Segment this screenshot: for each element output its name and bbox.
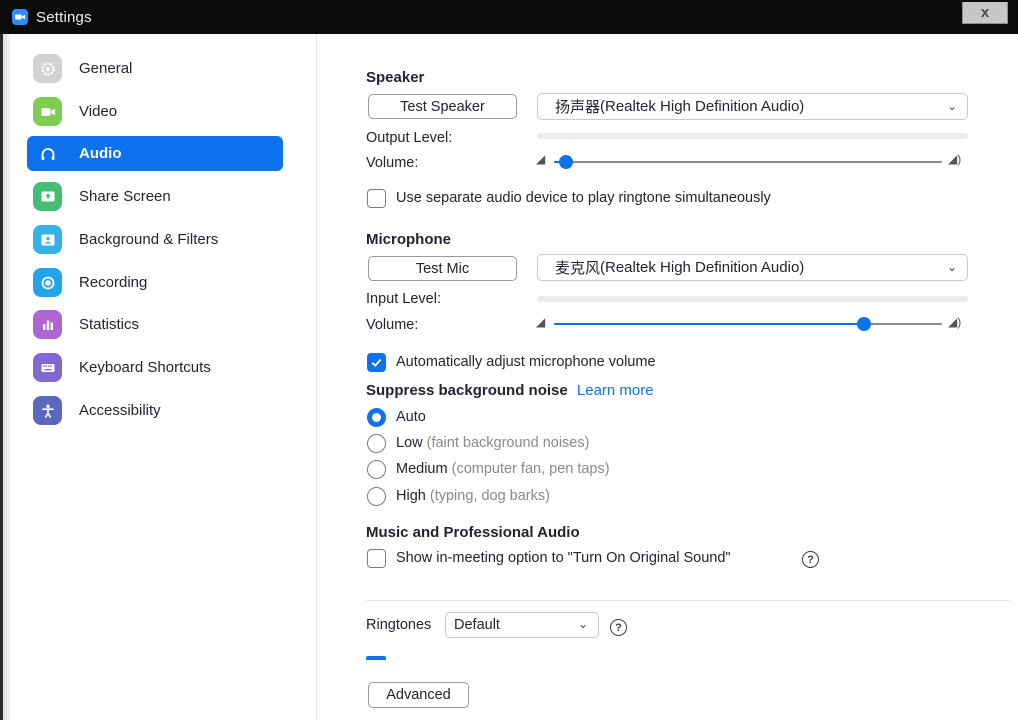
checkmark-icon	[371, 358, 382, 367]
noise-option-low-radio[interactable]	[367, 434, 386, 453]
sidebar-item-label: Background & Filters	[79, 231, 219, 248]
zoom-app-icon	[12, 9, 28, 25]
noise-option-high: High (typing, dog barks)	[396, 488, 550, 504]
ringtones-label: Ringtones	[366, 617, 432, 633]
noise-option-label: Medium	[396, 461, 448, 477]
noise-option-auto: Auto	[396, 409, 426, 425]
auto-adjust-mic-checkbox[interactable]	[367, 353, 386, 372]
speaker-device-select[interactable]: 扬声器 (Realtek High Definition Audio) ⌄	[537, 93, 968, 120]
separate-ringtone-checkbox[interactable]	[367, 189, 386, 208]
sidebar-item-audio[interactable]: Audio	[27, 136, 283, 171]
sidebar-item-background-filters[interactable]: Background & Filters	[27, 222, 283, 257]
statistics-icon	[33, 310, 62, 339]
microphone-section-title: Microphone	[366, 231, 451, 248]
settings-sidebar: General Video Audio Share Screen Backgro…	[10, 34, 317, 720]
partially-visible-checkbox[interactable]	[366, 656, 386, 660]
noise-option-hint: (computer fan, pen taps)	[451, 461, 610, 477]
auto-adjust-mic-label: Automatically adjust microphone volume	[396, 354, 656, 370]
noise-option-label: Auto	[396, 409, 426, 425]
original-sound-label: Show in-meeting option to "Turn On Origi…	[396, 550, 731, 566]
close-window-button[interactable]: x	[962, 2, 1008, 24]
sidebar-item-video[interactable]: Video	[27, 94, 283, 129]
mic-device-name: (Realtek High Definition Audio)	[600, 259, 805, 276]
volume-high-icon: ◢)	[948, 315, 962, 329]
separate-ringtone-label: Use separate audio device to play ringto…	[396, 190, 771, 206]
slider-fill	[554, 323, 864, 325]
test-speaker-button[interactable]: Test Speaker	[368, 94, 517, 119]
noise-option-label: High	[396, 488, 426, 504]
learn-more-link[interactable]: Learn more	[577, 382, 654, 399]
accessibility-icon	[33, 396, 62, 425]
sidebar-item-general[interactable]: General	[27, 51, 283, 86]
sidebar-item-label: Statistics	[79, 316, 140, 333]
music-section-title: Music and Professional Audio	[366, 524, 580, 541]
advanced-button[interactable]: Advanced	[368, 682, 469, 708]
keyboard-icon	[33, 353, 62, 382]
sidebar-item-keyboard-shortcuts[interactable]: Keyboard Shortcuts	[27, 350, 283, 385]
sidebar-item-recording[interactable]: Recording	[27, 265, 283, 300]
window-title: Settings	[36, 8, 92, 26]
sidebar-item-share-screen[interactable]: Share Screen	[27, 179, 283, 214]
recording-icon	[33, 268, 62, 297]
video-camera-icon	[33, 97, 62, 126]
volume-high-icon: ◢)	[948, 152, 962, 166]
sidebar-item-label: Recording	[79, 274, 148, 291]
speaker-device-prefix: 扬声器	[555, 99, 601, 116]
suppress-noise-title: Suppress background noise	[366, 382, 568, 399]
sidebar-item-label: Accessibility	[79, 402, 161, 419]
input-level-label: Input Level:	[366, 291, 441, 307]
sidebar-item-label: Audio	[79, 145, 122, 162]
speaker-volume-slider[interactable]	[554, 155, 942, 169]
ringtones-select[interactable]: Default ⌄	[445, 612, 599, 638]
chevron-down-icon: ⌄	[946, 260, 957, 274]
slider-thumb[interactable]	[559, 155, 573, 169]
sidebar-item-label: Video	[79, 103, 118, 120]
microphone-device-select[interactable]: 麦克风 (Realtek High Definition Audio) ⌄	[537, 254, 968, 281]
speaker-section-title: Speaker	[366, 69, 425, 86]
test-mic-button[interactable]: Test Mic	[368, 256, 517, 281]
output-level-meter	[537, 133, 968, 139]
chevron-down-icon: ⌄	[946, 99, 957, 113]
output-level-label: Output Level:	[366, 130, 453, 146]
mic-volume-label: Volume:	[366, 317, 419, 333]
sidebar-item-label: Keyboard Shortcuts	[79, 359, 211, 376]
input-level-meter	[537, 296, 968, 302]
volume-low-icon: ◢	[536, 315, 546, 329]
ringtones-value: Default	[454, 617, 500, 633]
noise-option-low: Low (faint background noises)	[396, 435, 589, 451]
noise-option-auto-radio[interactable]	[367, 408, 386, 427]
noise-option-hint: (typing, dog barks)	[429, 488, 550, 504]
noise-option-medium: Medium (computer fan, pen taps)	[396, 461, 610, 477]
speaker-volume-label: Volume:	[366, 155, 419, 171]
mic-device-prefix: 麦克风	[555, 260, 601, 277]
original-sound-checkbox[interactable]	[367, 549, 386, 568]
share-screen-icon	[33, 182, 62, 211]
sidebar-item-accessibility[interactable]: Accessibility	[27, 393, 283, 428]
speaker-device-name: (Realtek High Definition Audio)	[600, 98, 805, 115]
section-divider	[366, 600, 1010, 601]
noise-option-label: Low	[396, 435, 423, 451]
headphones-icon	[33, 139, 62, 168]
sidebar-item-statistics[interactable]: Statistics	[27, 307, 283, 342]
help-icon[interactable]: ?	[802, 551, 819, 568]
sidebar-item-label: Share Screen	[79, 188, 171, 205]
chevron-down-icon: ⌄	[577, 617, 588, 631]
noise-option-high-radio[interactable]	[367, 487, 386, 506]
noise-option-hint: (faint background noises)	[426, 435, 590, 451]
volume-low-icon: ◢	[536, 152, 546, 166]
slider-thumb[interactable]	[857, 317, 871, 331]
sidebar-item-label: General	[79, 60, 133, 77]
background-icon	[33, 225, 62, 254]
suppress-noise-heading: Suppress background noise Learn more	[366, 382, 654, 399]
close-icon: x	[980, 4, 990, 21]
gear-icon	[33, 54, 62, 83]
audio-settings-panel: Speaker Test Speaker 扬声器 (Realtek High D…	[318, 34, 1018, 720]
window-frame-left	[0, 34, 10, 720]
help-icon[interactable]: ?	[610, 619, 627, 636]
noise-option-medium-radio[interactable]	[367, 460, 386, 479]
mic-volume-slider[interactable]	[554, 317, 942, 331]
window-titlebar: Settings x	[0, 0, 1018, 34]
